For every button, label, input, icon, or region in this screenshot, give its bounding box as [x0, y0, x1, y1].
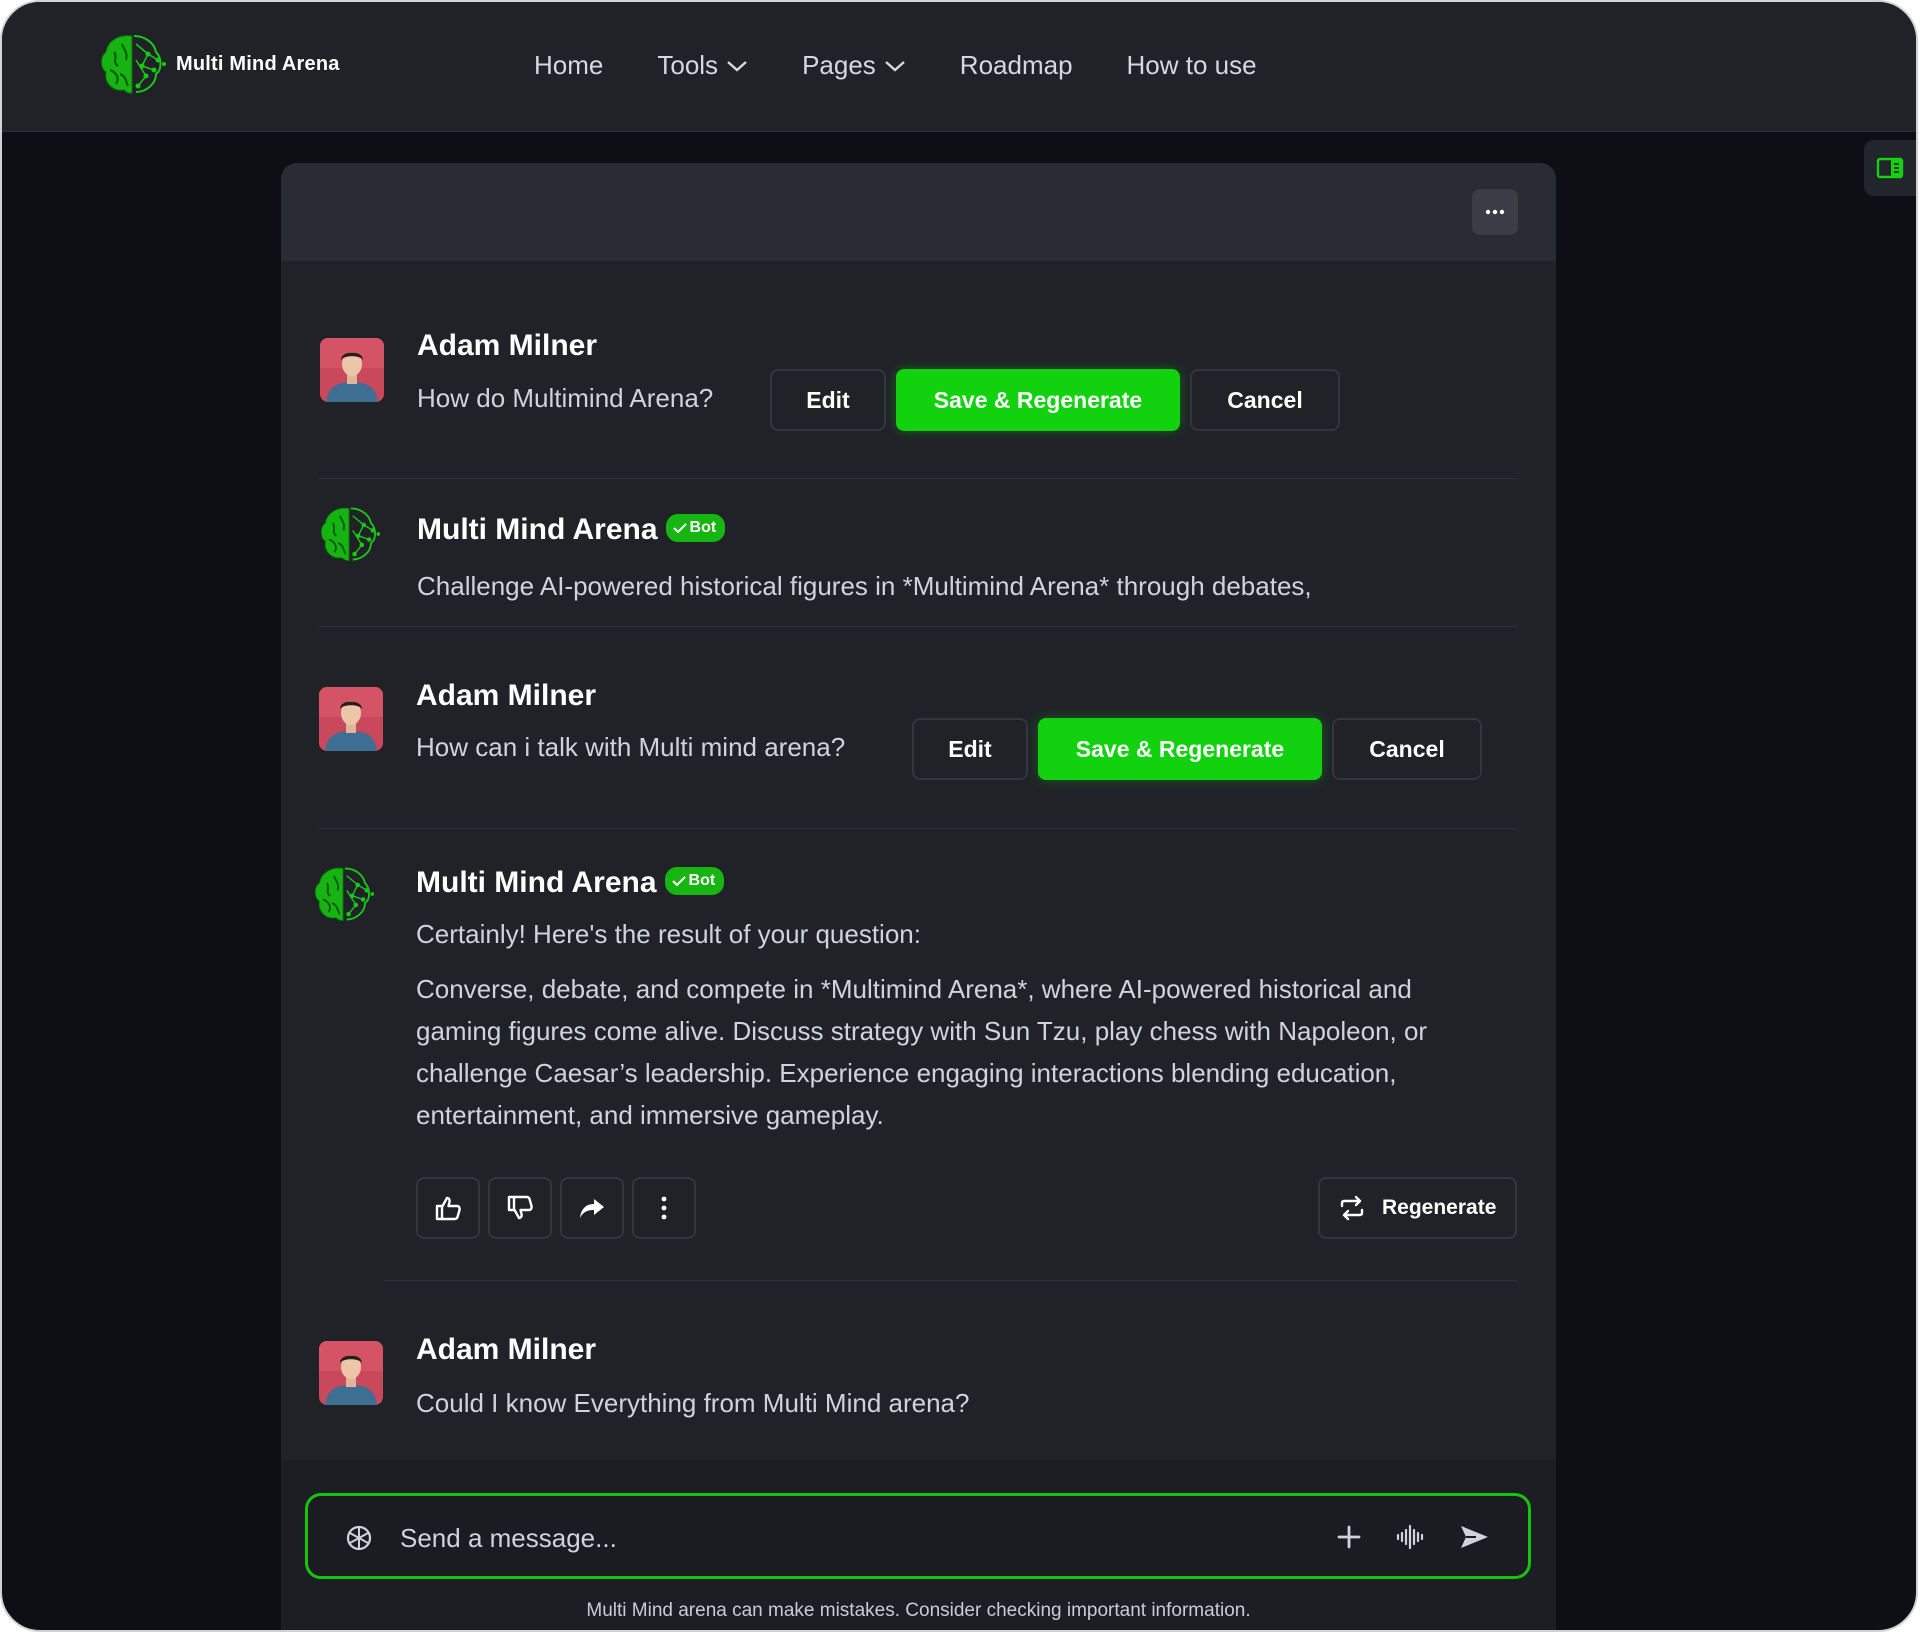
cancel-button[interactable]: Cancel [1332, 718, 1482, 780]
bot-badge: Bot [664, 867, 725, 896]
save-regenerate-button[interactable]: Save & Regenerate [1038, 718, 1322, 780]
brand[interactable]: Multi Mind Arena [98, 30, 340, 98]
app-window: Multi Mind Arena Home Tools Pages Roadma… [0, 0, 1918, 1632]
divider [319, 478, 1517, 479]
edit-button[interactable]: Edit [912, 718, 1028, 780]
more-vertical-icon [661, 1196, 667, 1220]
message-author-row: Multi Mind Arena Bot [416, 866, 725, 900]
regenerate-label: Regenerate [1382, 1196, 1497, 1219]
bot-badge-label: Bot [689, 519, 717, 537]
brain-logo-icon [317, 503, 383, 565]
ai-spark-icon[interactable] [344, 1523, 374, 1553]
nav-roadmap-label: Roadmap [959, 50, 1073, 80]
message-author: Multi Mind Arena [416, 866, 657, 899]
divider [384, 1280, 1517, 1281]
nav-tools[interactable]: Tools [657, 50, 748, 81]
main-menu: Home Tools Pages Roadmap How to use [534, 50, 1257, 81]
nav-pages-label: Pages [802, 50, 876, 80]
message-input[interactable] [400, 1514, 1300, 1562]
bot-badge: Bot [665, 514, 726, 543]
plus-icon[interactable] [1333, 1521, 1365, 1553]
message-more-button[interactable] [632, 1177, 696, 1239]
cancel-button[interactable]: Cancel [1190, 369, 1340, 431]
thumbs-up-icon [435, 1196, 461, 1221]
message-author: Adam Milner [416, 679, 597, 712]
avatar [319, 1341, 383, 1405]
save-regenerate-button[interactable]: Save & Regenerate [896, 369, 1180, 431]
message-author: Adam Milner [417, 329, 598, 362]
nav-home-label: Home [534, 50, 604, 80]
regenerate-button[interactable]: Regenerate [1318, 1177, 1517, 1239]
chat-options-button[interactable] [1472, 189, 1518, 235]
chevron-down-icon [884, 60, 905, 72]
message-text: How do Multimind Arena? [417, 383, 714, 413]
message-intro: Certainly! Here's the result of your que… [416, 919, 921, 949]
message-text: Could I know Everything from Multi Mind … [416, 1388, 970, 1418]
regenerate-icon [1340, 1195, 1364, 1221]
message-author: Adam Milner [416, 1333, 597, 1366]
nav-how-to-use[interactable]: How to use [1127, 50, 1257, 81]
chat-header [281, 163, 1556, 261]
message-composer [305, 1493, 1531, 1579]
message-text: How can i talk with Multi mind arena? [416, 732, 846, 762]
share-button[interactable] [560, 1177, 624, 1239]
top-navbar: Multi Mind Arena Home Tools Pages Roadma… [2, 2, 1916, 132]
nav-home[interactable]: Home [534, 50, 603, 81]
chat-panel: Adam Milner How do Multimind Arena? Edit… [281, 163, 1556, 1630]
message-author-row: Multi Mind Arena Bot [417, 513, 726, 547]
sidebar-toggle-icon [1876, 157, 1904, 179]
brain-logo-icon [98, 30, 168, 98]
divider [319, 626, 1517, 627]
share-icon [580, 1199, 604, 1218]
check-icon [673, 522, 687, 534]
dislike-button[interactable] [488, 1177, 552, 1239]
sidebar-toggle-button[interactable] [1864, 140, 1916, 196]
brand-name: Multi Mind Arena [176, 52, 340, 75]
brain-logo-icon [311, 863, 377, 925]
nav-roadmap[interactable]: Roadmap [960, 50, 1073, 81]
divider [319, 828, 1517, 829]
avatar [319, 687, 383, 751]
nav-tools-label: Tools [657, 50, 719, 80]
message-author: Multi Mind Arena [417, 513, 658, 546]
like-button[interactable] [416, 1177, 480, 1239]
nav-pages[interactable]: Pages [802, 50, 906, 81]
message-text: Challenge AI-powered historical figures … [417, 571, 1312, 601]
voice-wave-icon[interactable] [1395, 1521, 1427, 1553]
avatar [320, 338, 384, 402]
message-body: Converse, debate, and compete in *Multim… [416, 974, 1428, 1130]
disclaimer-text: Multi Mind arena can make mistakes. Cons… [586, 1600, 1251, 1621]
thumbs-down-icon [507, 1195, 533, 1220]
check-icon [672, 875, 686, 887]
more-horizontal-icon [1485, 209, 1505, 215]
nav-how-to-use-label: How to use [1126, 50, 1257, 80]
chevron-down-icon [727, 60, 747, 72]
edit-button[interactable]: Edit [770, 369, 886, 431]
send-icon[interactable] [1458, 1521, 1490, 1553]
bot-badge-label: Bot [688, 872, 716, 890]
